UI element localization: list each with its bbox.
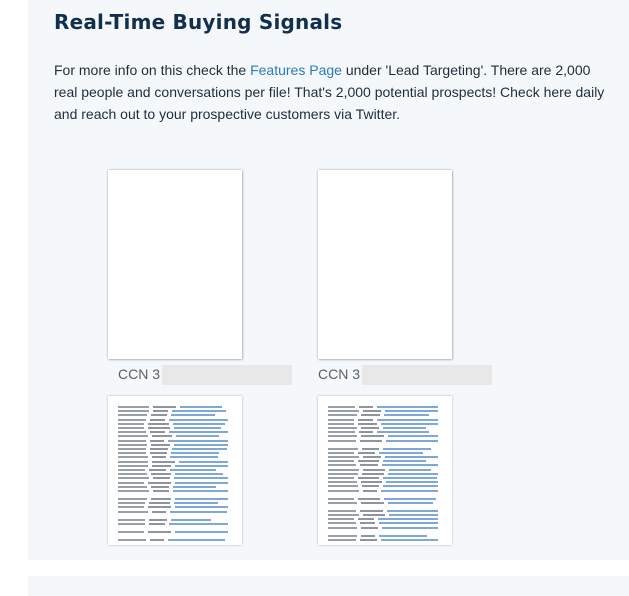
file-thumbnail-blank[interactable] [318, 170, 452, 359]
preview-row [328, 410, 442, 413]
preview-row [118, 469, 232, 471]
preview-row [118, 502, 232, 505]
preview-row [328, 485, 442, 488]
section-description: For more info on this check the Features… [54, 59, 614, 125]
description-text-start: For more info on this check the [54, 62, 251, 78]
preview-row [118, 485, 232, 488]
preview-row [328, 509, 442, 512]
preview-row [118, 452, 232, 455]
preview-row [328, 418, 442, 421]
preview-row [118, 518, 232, 521]
preview-row [118, 439, 232, 442]
preview-row [118, 506, 232, 509]
preview-row [328, 481, 442, 484]
preview-row [328, 406, 442, 408]
preview-row [118, 431, 232, 434]
preview-row [328, 489, 442, 492]
preview-row [118, 427, 232, 429]
preview-row [118, 443, 232, 446]
preview-row [328, 447, 442, 450]
preview-row [328, 435, 442, 438]
preview-row [118, 477, 232, 480]
preview-row [328, 439, 442, 442]
preview-row [118, 538, 232, 541]
preview-row [118, 510, 232, 513]
preview-row [118, 418, 232, 421]
preview-row [328, 422, 442, 425]
file-caption[interactable]: CCN 3 [118, 366, 160, 382]
preview-row [328, 472, 442, 475]
preview-row [328, 477, 442, 479]
file-thumbnail-blank[interactable] [108, 170, 242, 359]
preview-row [328, 518, 442, 521]
preview-row [328, 456, 442, 458]
preview-row [118, 435, 232, 438]
preview-row [118, 422, 232, 425]
redacted-caption-block [362, 365, 492, 385]
preview-row [328, 534, 442, 537]
preview-row [328, 538, 442, 541]
preview-row [118, 414, 232, 417]
preview-row [118, 481, 232, 484]
file-preview-spreadsheet[interactable] [108, 396, 242, 545]
preview-row [118, 406, 232, 408]
preview-row [328, 522, 442, 525]
preview-row [328, 497, 442, 500]
redacted-caption-block [162, 365, 292, 385]
preview-row [328, 464, 442, 467]
preview-row [118, 490, 232, 492]
preview-row [118, 530, 232, 533]
preview-row [118, 456, 232, 459]
preview-row [328, 526, 442, 529]
preview-row [118, 460, 232, 463]
preview-row [118, 522, 232, 525]
preview-row [118, 448, 232, 450]
section-title: Real-Time Buying Signals [54, 10, 343, 34]
preview-row [118, 464, 232, 467]
file-preview-spreadsheet[interactable] [318, 396, 452, 545]
preview-row [118, 498, 232, 500]
preview-row [328, 501, 442, 504]
preview-row [328, 514, 442, 516]
file-caption[interactable]: CCN 3 [318, 366, 360, 382]
preview-row [118, 473, 232, 476]
preview-row [328, 468, 442, 471]
preview-row [328, 460, 442, 463]
features-page-link[interactable]: Features Page [250, 62, 342, 78]
preview-row [118, 410, 232, 413]
preview-row [328, 431, 442, 434]
preview-row [328, 414, 442, 417]
preview-row [328, 427, 442, 429]
preview-row [328, 451, 442, 454]
next-section-panel [28, 576, 629, 596]
